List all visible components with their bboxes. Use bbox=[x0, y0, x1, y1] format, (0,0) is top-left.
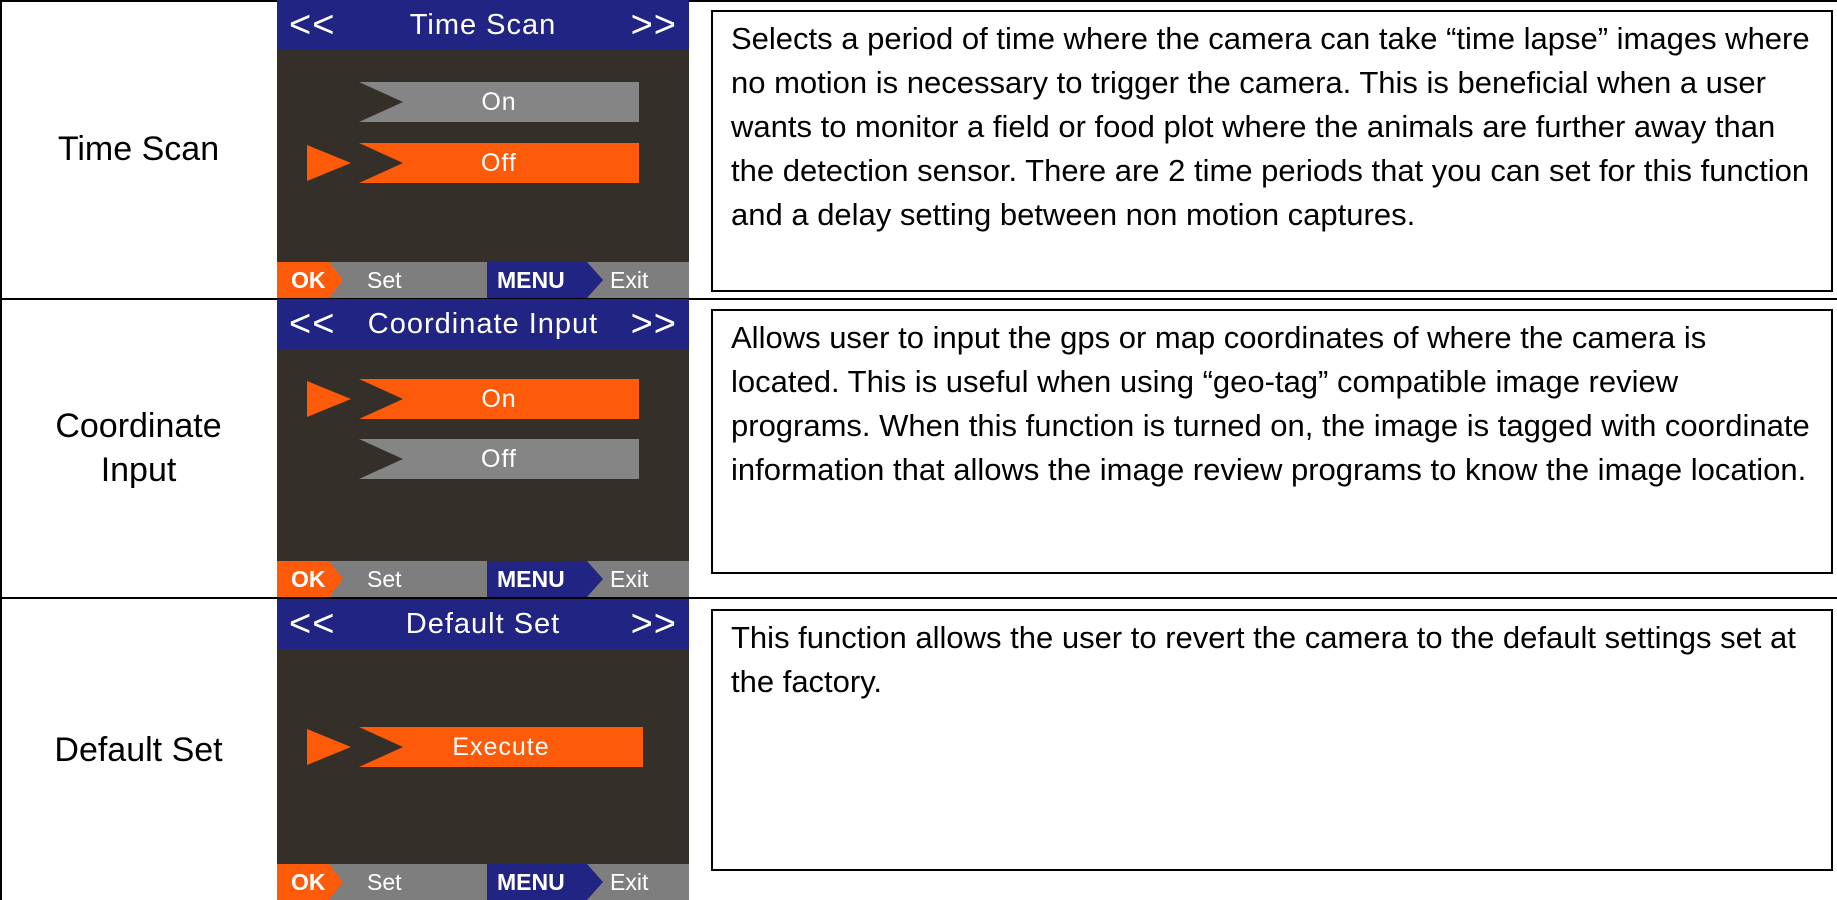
option-notch bbox=[359, 143, 403, 183]
exit-hint: Exit bbox=[610, 266, 649, 293]
screen-title-bar: << Coordinate Input >> bbox=[277, 299, 689, 349]
option-label: Off bbox=[481, 444, 517, 473]
option-off: Off bbox=[359, 143, 639, 183]
ok-key-hint: OK bbox=[277, 262, 343, 298]
option-label: On bbox=[481, 384, 517, 413]
selection-arrow-icon bbox=[307, 381, 351, 417]
chevron-right-icon: >> bbox=[630, 302, 677, 345]
ok-key-hint: OK bbox=[277, 864, 343, 900]
description-coordinate-input: Allows user to input the gps or map coor… bbox=[711, 309, 1833, 574]
screen-title-bar: << Time Scan >> bbox=[277, 0, 689, 50]
description-time-scan: Selects a period of time where the camer… bbox=[711, 10, 1833, 292]
option-label: Off bbox=[481, 148, 517, 177]
option-notch bbox=[359, 727, 403, 767]
option-execute: Execute bbox=[359, 727, 643, 767]
row-label-time-scan: Time Scan bbox=[57, 130, 220, 168]
camera-screen-coordinate-input: << Coordinate Input >> On Off OK Set MEN… bbox=[277, 299, 689, 597]
screen-footer: OK Set MENU Exit bbox=[277, 864, 689, 900]
chevron-left-icon: << bbox=[289, 302, 336, 345]
exit-hint: Exit bbox=[610, 868, 649, 895]
camera-screen-time-scan: << Time Scan >> On Off OK Set MENU Exit bbox=[277, 0, 689, 298]
option-notch bbox=[359, 439, 403, 479]
exit-hint: Exit bbox=[610, 565, 649, 592]
ok-key-hint: OK bbox=[277, 561, 343, 597]
chevron-left-icon: << bbox=[289, 3, 336, 46]
menu-key-hint: MENU bbox=[487, 262, 603, 298]
selection-arrow-icon bbox=[307, 145, 351, 181]
chevron-right-icon: >> bbox=[630, 602, 677, 645]
description-default-set: This function allows the user to revert … bbox=[711, 609, 1833, 871]
camera-screen-default-set: << Default Set >> Execute OK Set MENU Ex… bbox=[277, 599, 689, 900]
selection-arrow-icon bbox=[307, 729, 351, 765]
option-on: On bbox=[359, 82, 639, 122]
option-off: Off bbox=[359, 439, 639, 479]
set-hint: Set bbox=[367, 565, 402, 592]
option-notch bbox=[359, 379, 403, 419]
screen-footer: OK Set MENU Exit bbox=[277, 262, 689, 298]
option-label: Execute bbox=[452, 732, 550, 761]
screen-title: Coordinate Input bbox=[367, 307, 599, 340]
set-hint: Set bbox=[367, 266, 402, 293]
screen-title: Time Scan bbox=[409, 8, 557, 41]
screen-footer: OK Set MENU Exit bbox=[277, 561, 689, 597]
menu-key-hint: MENU bbox=[487, 561, 603, 597]
row-label-default-set: Default Set bbox=[54, 730, 223, 769]
option-notch bbox=[359, 82, 403, 122]
option-on: On bbox=[359, 379, 639, 419]
row-label-coordinate-input: Coordinate Input bbox=[55, 407, 222, 489]
chevron-right-icon: >> bbox=[630, 3, 677, 46]
menu-key-hint: MENU bbox=[487, 864, 603, 900]
screen-title: Default Set bbox=[405, 607, 561, 640]
set-hint: Set bbox=[367, 868, 402, 895]
chevron-left-icon: << bbox=[289, 602, 336, 645]
option-label: On bbox=[481, 87, 517, 116]
screen-title-bar: << Default Set >> bbox=[277, 599, 689, 649]
